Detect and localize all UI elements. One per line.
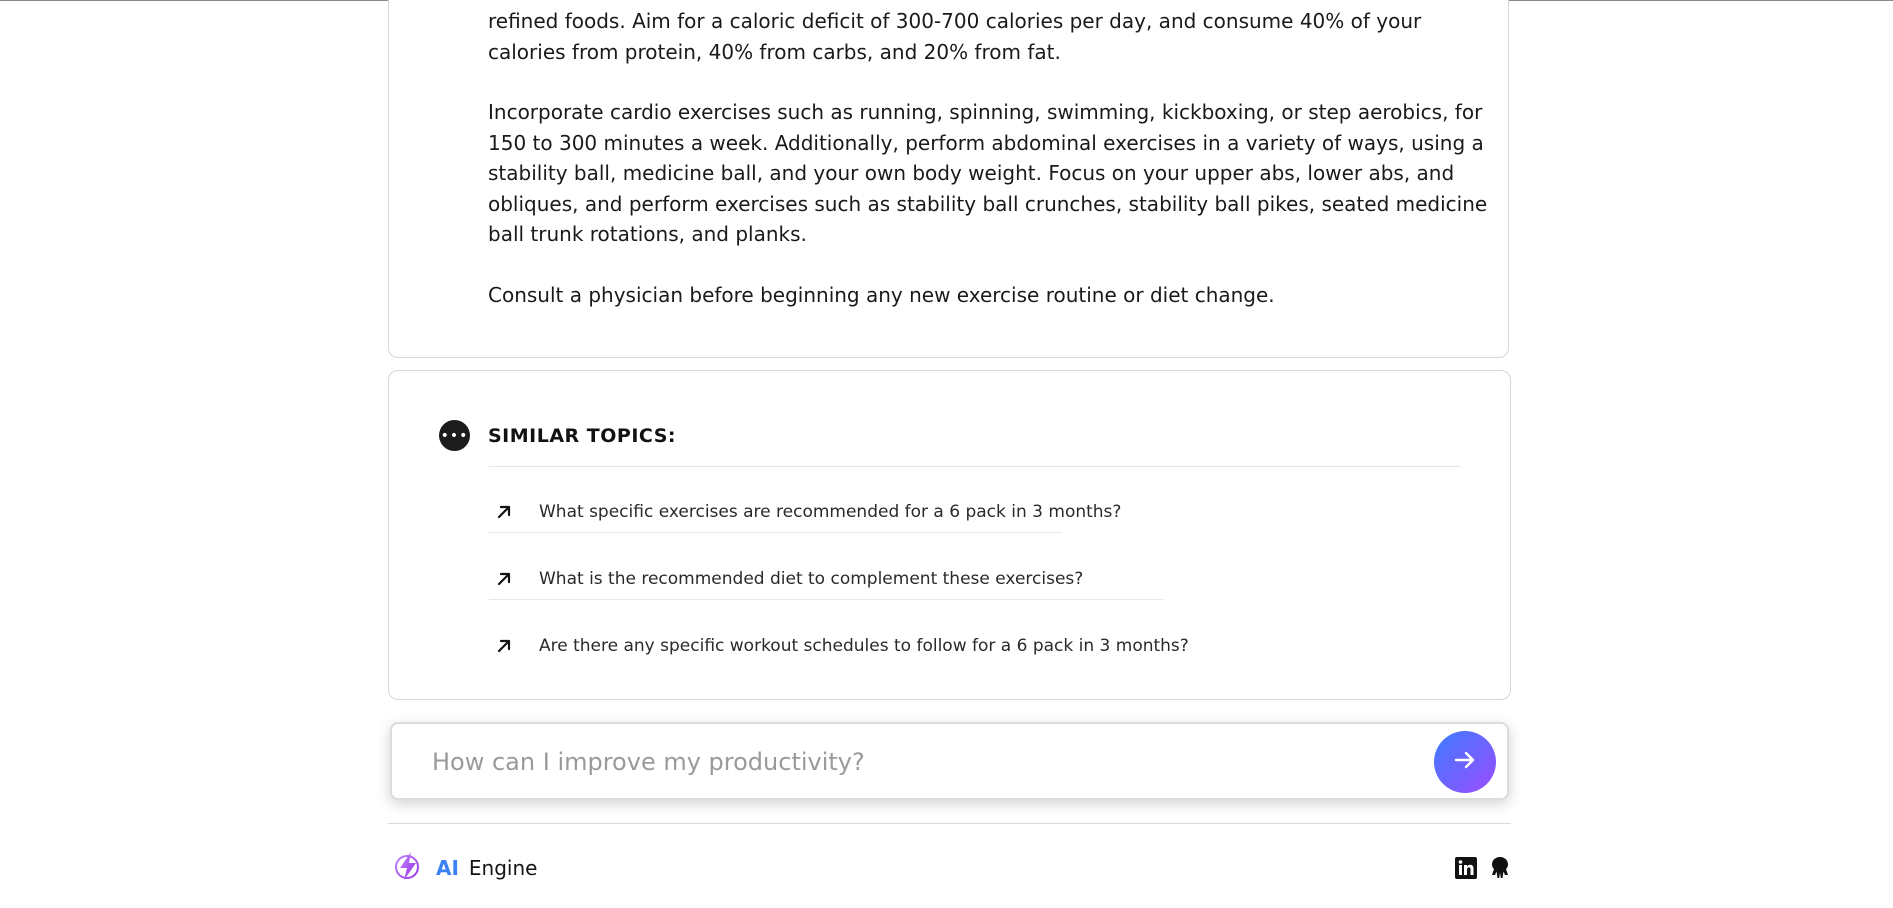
github-icon[interactable] (1489, 856, 1511, 884)
similar-topic-link[interactable]: What specific exercises are recommended … (489, 479, 1121, 545)
answer-paragraph: refined foods. Aim for a caloric deficit… (488, 9, 1422, 64)
similar-topic-label: What is the recommended diet to compleme… (539, 569, 1084, 589)
arrow-up-right-icon (489, 571, 539, 587)
divider (489, 532, 1062, 533)
arrow-up-right-icon (489, 504, 539, 520)
answer-text: refined foods. Aim for a caloric deficit… (488, 6, 1488, 340)
search-box (390, 722, 1509, 800)
brand-engine: Engine (468, 856, 538, 880)
lightning-icon (394, 850, 422, 886)
more-dots-icon: ••• (439, 420, 470, 451)
answer-paragraph: Incorporate cardio exercises such as run… (488, 100, 1488, 246)
divider (489, 466, 1461, 467)
send-button[interactable] (1434, 731, 1496, 793)
arrow-right-icon (1451, 746, 1479, 778)
divider (489, 599, 1164, 600)
similar-topics-header: ••• SIMILAR TOPICS: (439, 420, 676, 451)
similar-topics-title: SIMILAR TOPICS: (488, 424, 676, 447)
footer-divider (388, 823, 1511, 824)
similar-topic-link[interactable]: What is the recommended diet to compleme… (489, 546, 1083, 612)
arrow-up-right-icon (489, 638, 539, 654)
brand-logo[interactable]: AI Engine (394, 850, 537, 886)
answer-paragraph: Consult a physician before beginning any… (488, 282, 1275, 307)
search-input[interactable] (430, 738, 1394, 786)
linkedin-icon[interactable] (1455, 857, 1477, 883)
similar-topic-link[interactable]: Are there any specific workout schedules… (489, 613, 1189, 679)
similar-topic-label: Are there any specific workout schedules… (539, 636, 1189, 656)
answer-card: refined foods. Aim for a caloric deficit… (388, 0, 1509, 358)
footer: AI Engine (388, 850, 1511, 890)
brand-ai: AI (436, 856, 459, 880)
similar-topics-card: ••• SIMILAR TOPICS: What specific exerci… (388, 370, 1511, 700)
social-links (1455, 856, 1511, 884)
similar-topic-label: What specific exercises are recommended … (539, 502, 1122, 522)
